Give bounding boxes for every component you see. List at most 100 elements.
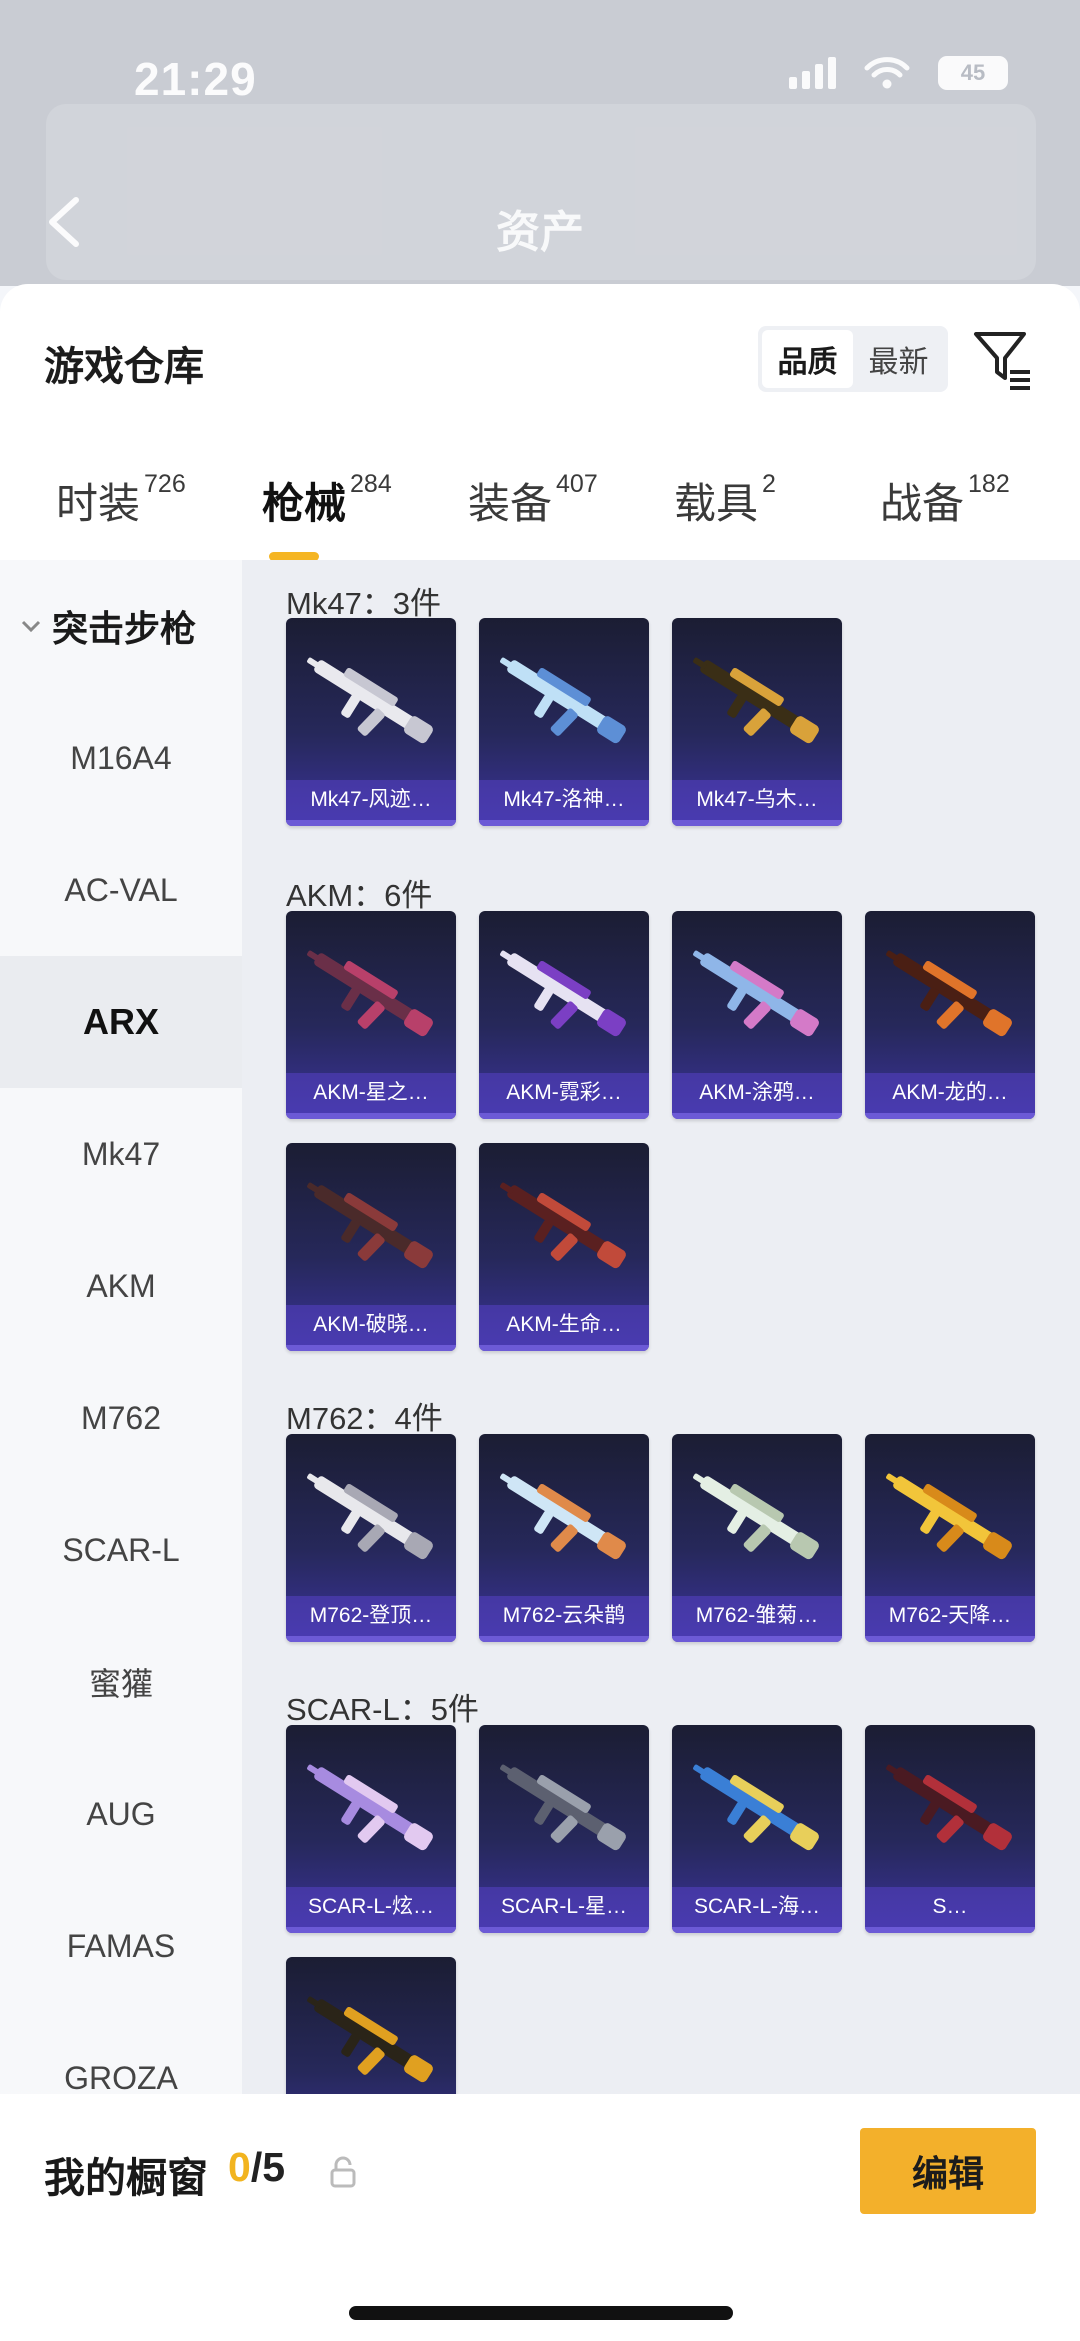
weapon-card-label: M762-云朵鹊	[479, 1596, 649, 1636]
sidebar-item-famas[interactable]: FAMAS	[0, 1880, 242, 2012]
battery-level: 45	[960, 60, 986, 85]
category-tabs: 时装 726 枪械 284 装备 407 载具 2 战备 182	[0, 464, 1080, 564]
weapon-card[interactable]: M762-天降…	[865, 1434, 1035, 1642]
warehouse-sheet: 游戏仓库 品质 最新 时装 726 枪械 284 装备 407 载具 2 战备 …	[0, 284, 1080, 2341]
tab-label: 装备	[468, 480, 553, 527]
group-title-mk47: Mk47：3件	[286, 586, 442, 621]
showcase-label: 我的橱窗	[44, 2155, 208, 2201]
tab-count: 182	[968, 470, 1010, 498]
rifle-skin-icon	[307, 1182, 433, 1269]
tab-count: 2	[762, 470, 776, 498]
sort-toggle: 品质 最新	[758, 326, 948, 392]
showcase-current: 0	[228, 2144, 251, 2190]
sidebar-group-assault-rifle[interactable]: 突击步枪	[0, 560, 242, 692]
tab-equipment[interactable]: 装备 407	[468, 464, 598, 564]
weapon-card-label: AKM-星之…	[286, 1073, 456, 1113]
tab-label: 载具	[674, 480, 759, 527]
tab-vehicles[interactable]: 载具 2	[674, 464, 776, 564]
weapon-card[interactable]: M762-云朵鹊	[479, 1434, 649, 1642]
page-title: 资产	[496, 208, 584, 257]
tab-label: 枪械	[262, 480, 347, 527]
weapon-card[interactable]: AKM-星之…	[286, 911, 456, 1119]
group-title-scar-l: SCAR-L：5件	[286, 1692, 479, 1727]
status-time: 21:29	[134, 53, 257, 105]
weapon-card[interactable]: SCAR-L-炫…	[286, 1725, 456, 1933]
rifle-skin-icon	[500, 1764, 626, 1851]
weapon-card-label: AKM-龙的…	[865, 1073, 1035, 1113]
wifi-icon	[864, 57, 910, 89]
tab-label: 战备	[880, 480, 965, 527]
weapon-card-label: Mk47-洛神…	[479, 780, 649, 820]
weapon-card[interactable]: M762-登顶…	[286, 1434, 456, 1642]
weapon-card[interactable]: S…	[865, 1725, 1035, 1933]
weapon-card[interactable]: AKM-破晓…	[286, 1143, 456, 1351]
weapon-card-label: Mk47-风迹…	[286, 780, 456, 820]
weapon-card[interactable]: AKM-涂鸦…	[672, 911, 842, 1119]
sidebar-item-akm[interactable]: AKM	[0, 1220, 242, 1352]
weapon-card[interactable]: AKM-生命…	[479, 1143, 649, 1351]
rifle-skin-icon	[500, 1182, 626, 1269]
sort-newest-option[interactable]: 最新	[853, 330, 944, 388]
chevron-down-icon	[21, 620, 41, 633]
sidebar-item-m762[interactable]: M762	[0, 1352, 242, 1484]
weapon-card[interactable]: SCAR-L-星…	[479, 1725, 649, 1933]
rifle-skin-icon	[886, 950, 1012, 1037]
weapon-card[interactable]: Mk47-乌木…	[672, 618, 842, 826]
tab-label: 时装	[56, 480, 141, 527]
dimmed-header-area: 21:29 45 资产	[0, 0, 1080, 286]
cellular-signal-icon	[789, 57, 836, 89]
weapon-type-sidebar: 突击步枪 M16A4 AC-VAL ARX Mk47 AKM M762 SCAR…	[0, 560, 242, 2096]
weapon-grid: Mk47：3件 AKM：6件 M762：4件 SCAR-L：5件 Mk47-风迹…	[242, 560, 1080, 2096]
weapon-card[interactable]: AKM-霓彩…	[479, 911, 649, 1119]
filter-icon[interactable]	[972, 328, 1034, 390]
rifle-skin-icon	[307, 1473, 433, 1560]
weapon-card-label: M762-登顶…	[286, 1596, 456, 1636]
weapon-card[interactable]: M762-雏菊…	[672, 1434, 842, 1642]
tab-supplies[interactable]: 战备 182	[880, 464, 1010, 564]
rifle-skin-icon	[307, 1764, 433, 1851]
weapon-card-label: AKM-破晓…	[286, 1305, 456, 1345]
weapon-card-label: M762-天降…	[865, 1596, 1035, 1636]
tab-count: 284	[350, 470, 392, 498]
showcase-total: /5	[250, 2144, 286, 2190]
showcase-count: 0/5	[228, 2144, 285, 2191]
weapon-card[interactable]: Mk47-风迹…	[286, 618, 456, 826]
showcase-bar: 我的橱窗 0/5 编辑	[0, 2094, 1080, 2341]
sidebar-item-ac-val[interactable]: AC-VAL	[0, 824, 242, 956]
rifle-skin-icon	[500, 950, 626, 1037]
tab-fashion[interactable]: 时装 726	[56, 464, 186, 564]
sidebar-item-mk47[interactable]: Mk47	[0, 1088, 242, 1220]
rifle-skin-icon	[886, 1473, 1012, 1560]
status-icons: 45	[789, 56, 1008, 90]
weapon-card[interactable]	[286, 1957, 456, 2096]
rifle-skin-icon	[307, 657, 433, 744]
sidebar-item-m16a4[interactable]: M16A4	[0, 692, 242, 824]
sidebar-item-arx[interactable]: ARX	[0, 956, 242, 1088]
weapon-card[interactable]: SCAR-L-海…	[672, 1725, 842, 1933]
lock-icon	[330, 2156, 356, 2188]
edit-button[interactable]: 编辑	[860, 2128, 1036, 2214]
tab-guns[interactable]: 枪械 284	[262, 464, 392, 564]
rifle-skin-icon	[693, 950, 819, 1037]
sheet-title: 游戏仓库	[44, 345, 204, 389]
weapon-card-label: AKM-生命…	[479, 1305, 649, 1345]
app-screen: 21:29 45 资产 游戏仓库 品质 最新 时装 726 枪械 284 装备 …	[0, 0, 1080, 2341]
weapon-card[interactable]: AKM-龙的…	[865, 911, 1035, 1119]
home-indicator	[349, 2306, 733, 2320]
group-title-m762: M762：4件	[286, 1401, 443, 1436]
weapon-card[interactable]: Mk47-洛神…	[479, 618, 649, 826]
rifle-skin-icon	[307, 1996, 433, 2083]
battery-icon: 45	[938, 56, 1008, 90]
group-title-akm: AKM：6件	[286, 878, 433, 913]
rifle-skin-icon	[693, 1473, 819, 1560]
weapon-card-label: AKM-霓彩…	[479, 1073, 649, 1113]
tab-count: 726	[144, 470, 186, 498]
rifle-skin-icon	[693, 1764, 819, 1851]
sort-quality-option[interactable]: 品质	[762, 330, 853, 388]
sidebar-item-scar-l[interactable]: SCAR-L	[0, 1484, 242, 1616]
sidebar-item-aug[interactable]: AUG	[0, 1748, 242, 1880]
sidebar-item-honey-badger[interactable]: 蜜獾	[0, 1616, 242, 1748]
sidebar-item-groza[interactable]: GROZA	[0, 2012, 242, 2096]
rifle-skin-icon	[500, 657, 626, 744]
weapon-card-label: SCAR-L-海…	[672, 1887, 842, 1927]
